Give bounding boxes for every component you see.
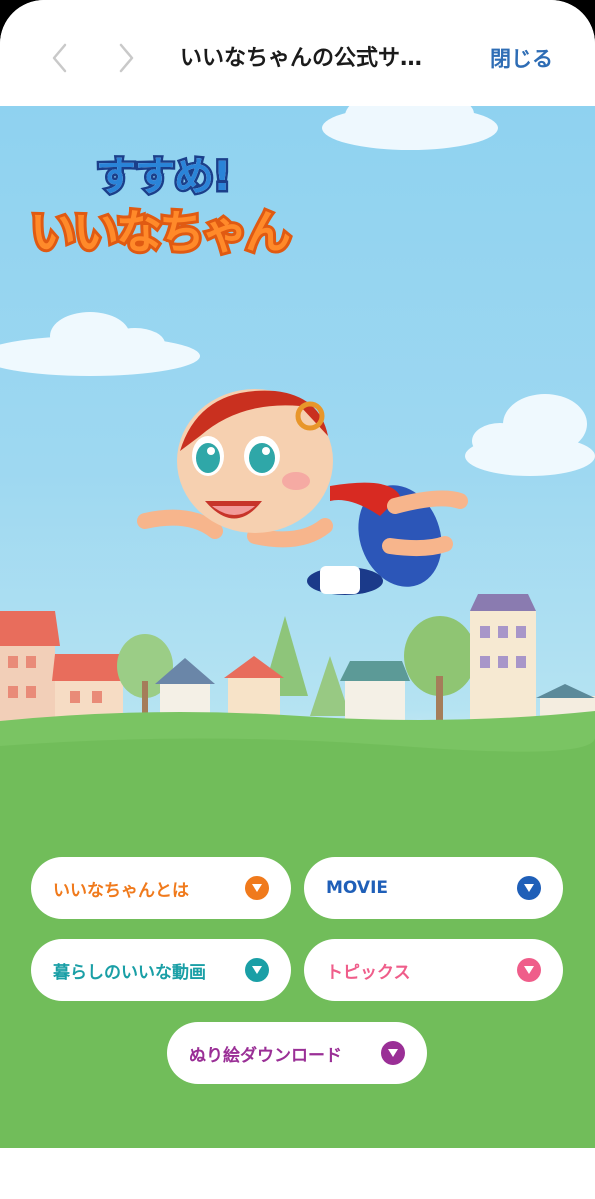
chevron-down-icon bbox=[517, 958, 541, 982]
menu-button-lifestyle-videos[interactable]: 暮らしのいいな動画 bbox=[31, 939, 291, 1001]
chevron-down-icon bbox=[245, 876, 269, 900]
chevron-down-icon bbox=[381, 1041, 405, 1065]
chevron-down-icon bbox=[245, 958, 269, 982]
menu-label-lifestyle-videos: 暮らしのいいな動画 bbox=[53, 962, 206, 983]
chevron-down-icon bbox=[517, 876, 541, 900]
menu-label-movie: MOVIE bbox=[326, 878, 389, 898]
close-button[interactable]: 閉じる bbox=[490, 42, 553, 76]
forward-button[interactable] bbox=[106, 38, 146, 78]
menu-button-coloring-download[interactable]: ぬり絵ダウンロード bbox=[167, 1022, 427, 1084]
page-title: いいなちゃんの公式サ… bbox=[180, 46, 423, 71]
menu-label-coloring-download: ぬり絵ダウンロード bbox=[189, 1045, 342, 1066]
bottom-area bbox=[0, 1148, 595, 1199]
menu-button-topics[interactable]: トピックス bbox=[304, 939, 563, 1001]
menu-button-about[interactable]: いいなちゃんとは bbox=[31, 857, 291, 919]
logo-line2: いいなちゃん bbox=[27, 202, 294, 262]
chevron-left-icon bbox=[52, 43, 67, 73]
browser-toolbar: いいなちゃんの公式サ… 閉じる bbox=[0, 0, 595, 106]
menu-button-movie[interactable]: MOVIE bbox=[304, 857, 563, 919]
menu-label-topics: トピックス bbox=[326, 962, 411, 983]
chevron-right-icon bbox=[119, 43, 134, 73]
site-logo[interactable]: すすめ! いいなちゃん bbox=[27, 144, 294, 294]
character-illustration bbox=[137, 389, 468, 595]
back-button[interactable] bbox=[40, 38, 80, 78]
menu-label-about: いいなちゃんとは bbox=[53, 880, 189, 901]
browser-window: いいなちゃんの公式サ… 閉じる すすめ! いいなちゃん いいなちゃんとは MOV… bbox=[0, 0, 595, 1199]
logo-line1: すすめ! bbox=[93, 152, 233, 203]
